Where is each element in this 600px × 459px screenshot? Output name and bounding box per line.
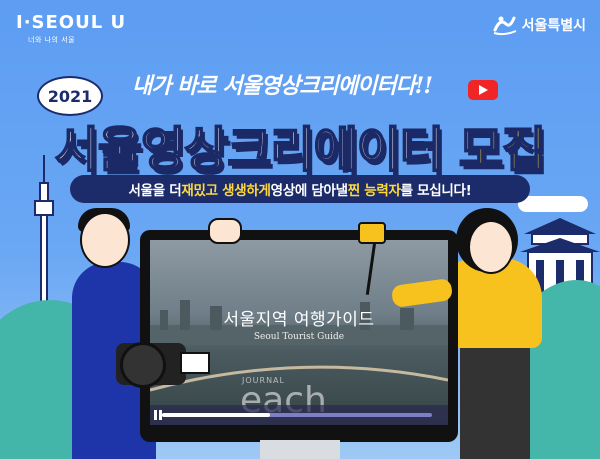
woman-pants [460,340,530,459]
subtitle-pill: 서울을 더 재밌고 생생하게 영상에 담아낼 찐 능력자 를 모십니다! [70,175,530,203]
iseoulu-logo: I·SEOUL U [16,12,126,33]
subtitle-highlight-2: 찐 능력자 [347,183,401,199]
video-subtitle: Seoul Tourist Guide [253,332,345,342]
seoul-city-logo: 서울특별시 [492,14,586,36]
camera-lens [120,342,166,388]
brand-left-sub: 너와 나의 서울 [28,36,76,44]
youtube-play-icon [468,80,498,100]
man-head [80,212,130,268]
video-title: 서울지역 여행가이드 [223,310,375,330]
video-progress-bar[interactable] [150,405,448,425]
monitor-stand [260,440,340,459]
subtitle-text-1: 서울을 더 [128,183,182,199]
brand-right-text: 서울특별시 [521,18,586,34]
selfie-phone [358,222,386,244]
brand-left-text: I·SEOUL U [16,12,127,33]
tagline: 내가 바로 서울영상크리에이터다!! [132,73,433,99]
title-main: 서울영상크리에이터 [54,121,445,179]
woman-head [468,220,514,274]
subtitle-text-3: 를 모십니다! [400,183,472,199]
pause-icon[interactable] [154,410,162,420]
cloud [518,196,588,212]
progress-fill [162,413,270,417]
video-screen: 서울지역 여행가이드 Seoul Tourist Guide JOURNAL e… [150,240,448,425]
subtitle-highlight-1: 재밌고 생생하게 [181,183,271,199]
man-hand [208,218,242,244]
camera-screen [180,352,210,374]
progress-track[interactable] [162,413,432,417]
title-accent: 모집 [458,121,547,179]
seoul-city-logo-icon [493,16,516,36]
main-title: 서울영상크리에이터 모집 [0,110,600,180]
recruitment-banner: I·SEOUL U 너와 나의 서울 서울특별시 2021 내가 바로 서울영상… [0,0,600,459]
subtitle-text-2: 영상에 담아낼 [270,183,348,199]
